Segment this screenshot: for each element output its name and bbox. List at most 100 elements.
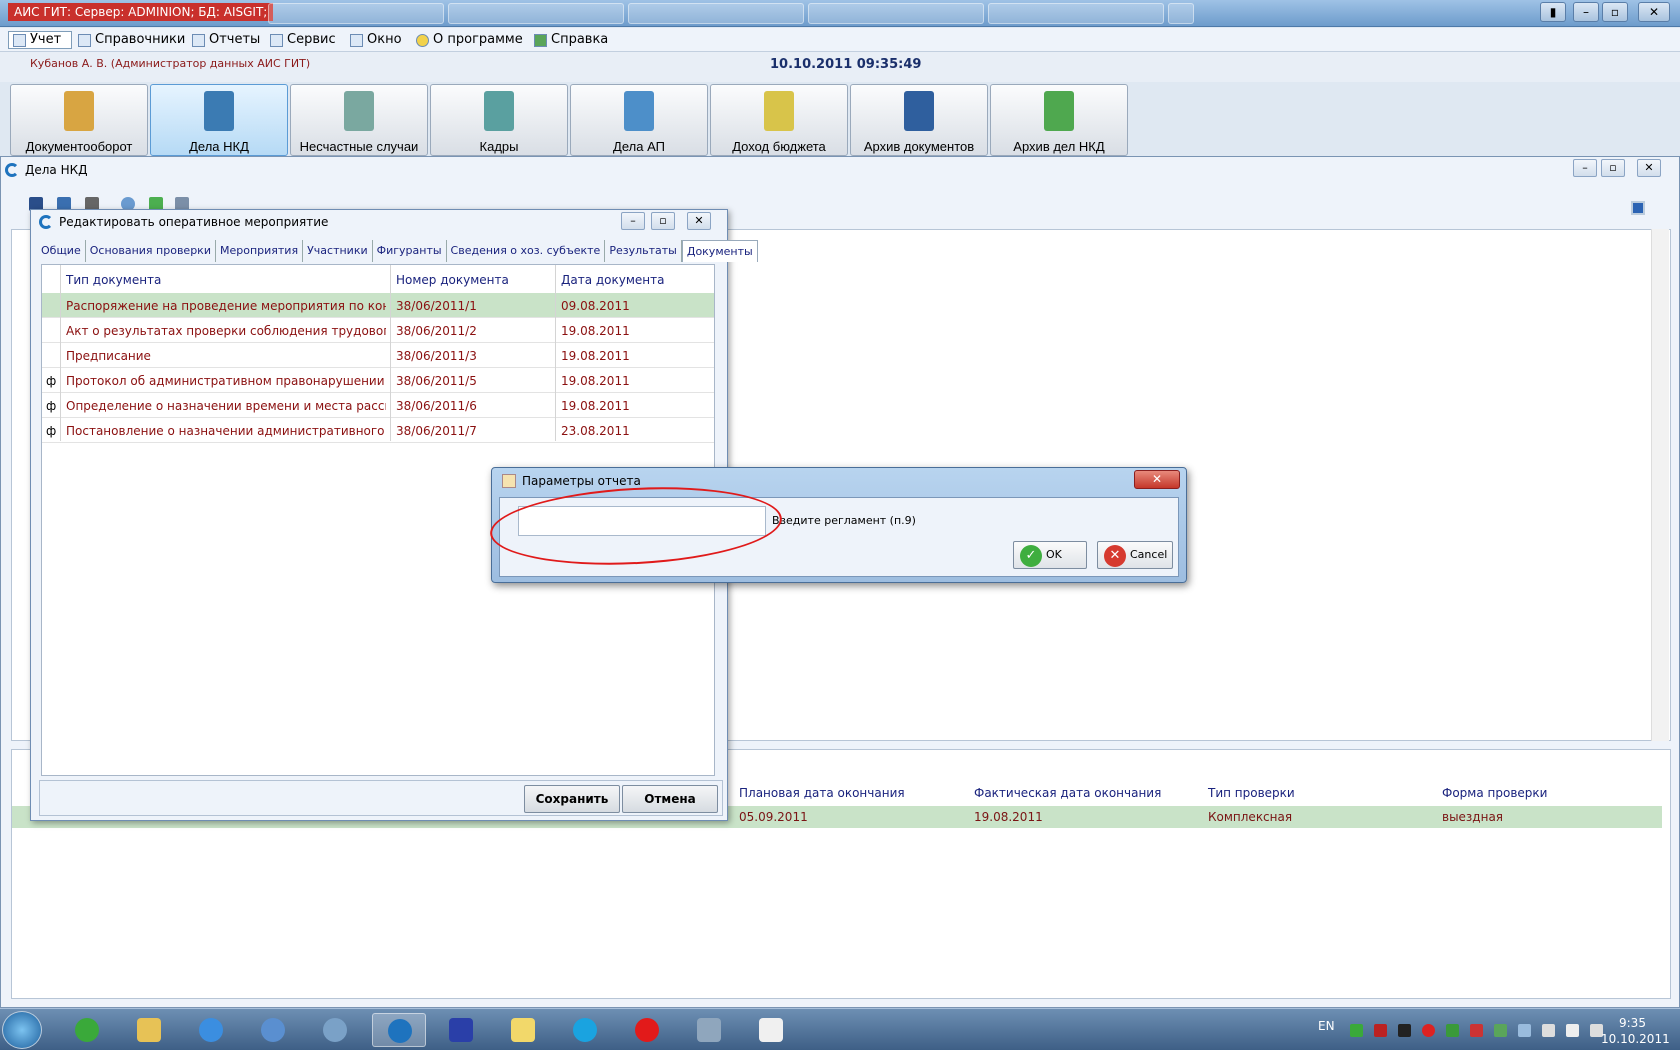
menu-help[interactable]: Справка xyxy=(530,31,612,49)
window-tab[interactable] xyxy=(268,3,444,24)
tab-entity[interactable]: Сведения о хоз. субъекте xyxy=(447,240,606,262)
window-tab[interactable] xyxy=(988,3,1164,24)
table-row[interactable]: ф Протокол об административном правонару… xyxy=(42,368,714,393)
row-marker: ф xyxy=(46,374,57,388)
cancel-button[interactable]: Отмена xyxy=(622,785,718,813)
close-icon[interactable]: ✕ xyxy=(687,212,711,230)
vertical-scrollbar[interactable] xyxy=(1651,229,1669,741)
menu-spravochniki[interactable]: Справочники xyxy=(74,31,189,49)
doc-date: 09.08.2011 xyxy=(561,299,630,313)
taskbar-app[interactable] xyxy=(682,1013,736,1047)
menu-bar: Учет Справочники Отчеты Сервис Окно О пр… xyxy=(0,28,1680,52)
tab-results[interactable]: Результаты xyxy=(605,240,682,262)
tab-events[interactable]: Мероприятия xyxy=(216,240,304,262)
scroll-up-icon[interactable]: ▮ xyxy=(1540,2,1566,22)
taskbar-app[interactable] xyxy=(246,1013,300,1047)
column-header[interactable]: Дата документа xyxy=(561,273,665,287)
column-header[interactable]: Плановая дата окончания xyxy=(739,786,905,800)
taskbar-app[interactable] xyxy=(122,1013,176,1047)
module-label: Документооборот xyxy=(25,139,133,154)
minimize-icon[interactable]: – xyxy=(621,212,645,230)
module-archive-docs[interactable]: Архив документов xyxy=(850,84,988,156)
tray-icon[interactable] xyxy=(1518,1024,1531,1037)
taskbar-app[interactable] xyxy=(620,1013,674,1047)
tab-documents[interactable]: Документы xyxy=(681,240,758,262)
doc-number: 38/06/2011/2 xyxy=(396,324,477,338)
restore-icon[interactable]: ▫ xyxy=(1601,159,1625,177)
column-header[interactable]: Номер документа xyxy=(396,273,509,287)
module-budget[interactable]: Доход бюджета xyxy=(710,84,848,156)
taskbar-app[interactable] xyxy=(744,1013,798,1047)
tab-participants[interactable]: Участники xyxy=(303,240,373,262)
table-row[interactable]: Предписание 38/06/2011/3 19.08.2011 xyxy=(42,343,714,368)
cancel-x-icon: ✕ xyxy=(1104,545,1126,567)
menu-about[interactable]: О программе xyxy=(412,31,527,49)
module-documentooborot[interactable]: Документооборот xyxy=(10,84,148,156)
menu-uchet[interactable]: Учет xyxy=(8,31,72,49)
tray-icon[interactable] xyxy=(1398,1024,1411,1037)
window-tab[interactable] xyxy=(448,3,624,24)
tray-icon[interactable] xyxy=(1494,1024,1507,1037)
clock-date[interactable]: 10.10.2011 xyxy=(1601,1032,1670,1046)
opera-tray-icon[interactable] xyxy=(1422,1024,1435,1037)
taskbar-app[interactable] xyxy=(496,1013,550,1047)
window-tab[interactable] xyxy=(808,3,984,24)
module-kadry[interactable]: Кадры xyxy=(430,84,568,156)
taskbar-app[interactable] xyxy=(558,1013,612,1047)
cancel-button[interactable]: ✕ Cancel xyxy=(1097,541,1173,569)
table-row[interactable]: ф Определение о назначении времени и мес… xyxy=(42,393,714,418)
clock-time[interactable]: 9:35 xyxy=(1619,1016,1646,1030)
minimize-icon[interactable]: – xyxy=(1573,2,1599,22)
module-dela-ap[interactable]: Дела АП xyxy=(570,84,708,156)
close-icon[interactable]: ✕ xyxy=(1637,159,1661,177)
tab-general[interactable]: Общие xyxy=(37,240,86,262)
menu-otchety[interactable]: Отчеты xyxy=(188,31,264,49)
table-row[interactable]: ф Постановление о назначении администрат… xyxy=(42,418,714,443)
tray-icon[interactable] xyxy=(1350,1024,1363,1037)
binder-blue-icon xyxy=(904,91,934,131)
taskbar-app[interactable] xyxy=(434,1013,488,1047)
menu-label: Сервис xyxy=(287,32,336,47)
menu-label: Справочники xyxy=(95,32,186,47)
language-indicator[interactable]: EN xyxy=(1318,1019,1335,1033)
window-tab[interactable] xyxy=(628,3,804,24)
panel-toggle-icon[interactable] xyxy=(1631,201,1645,215)
ok-button[interactable]: ✓ OK xyxy=(1013,541,1087,569)
restore-icon[interactable]: ▫ xyxy=(1602,2,1628,22)
table-row[interactable]: Акт о результатах проверки соблюдения тр… xyxy=(42,318,714,343)
column-header[interactable]: Фактическая дата окончания xyxy=(974,786,1161,800)
start-button[interactable] xyxy=(2,1011,42,1049)
save-button[interactable]: Сохранить xyxy=(524,785,620,813)
network-icon[interactable] xyxy=(1566,1024,1579,1037)
tray-icon[interactable] xyxy=(1542,1024,1555,1037)
ie-icon xyxy=(199,1018,223,1042)
column-header[interactable]: Тип документа xyxy=(66,273,161,287)
tab-grounds[interactable]: Основания проверки xyxy=(86,240,216,262)
new-tab-button[interactable] xyxy=(1168,3,1194,24)
minimize-icon[interactable]: – xyxy=(1573,159,1597,177)
close-icon[interactable]: ✕ xyxy=(1134,470,1180,489)
dialog-title-text: Параметры отчета xyxy=(522,474,641,488)
tab-figurants[interactable]: Фигуранты xyxy=(373,240,447,262)
taskbar-app[interactable] xyxy=(184,1013,238,1047)
folder-person-icon xyxy=(204,91,234,131)
restore-icon[interactable]: ▫ xyxy=(651,212,675,230)
column-header[interactable]: Форма проверки xyxy=(1442,786,1547,800)
doc-type: Предписание xyxy=(66,349,151,363)
flag-icon[interactable] xyxy=(1374,1024,1387,1037)
module-accidents[interactable]: Несчастные случаи xyxy=(290,84,428,156)
taskbar-app[interactable] xyxy=(60,1013,114,1047)
menu-okno[interactable]: Окно xyxy=(346,31,406,49)
taskbar-app-ais[interactable] xyxy=(372,1013,426,1047)
menu-servis[interactable]: Сервис xyxy=(266,31,340,49)
clover-icon xyxy=(75,1018,99,1042)
tray-icon[interactable] xyxy=(1446,1024,1459,1037)
module-dela-nkd[interactable]: Дела НКД xyxy=(150,84,288,156)
taskbar-app[interactable] xyxy=(308,1013,362,1047)
column-header[interactable]: Тип проверки xyxy=(1208,786,1295,800)
module-archive-nkd[interactable]: Архив дел НКД xyxy=(990,84,1128,156)
tray-icon[interactable] xyxy=(1470,1024,1483,1037)
menu-label: О программе xyxy=(433,32,523,47)
close-icon[interactable]: ✕ xyxy=(1638,2,1670,22)
table-row[interactable]: Распоряжение на проведение мероприятия п… xyxy=(42,293,714,318)
